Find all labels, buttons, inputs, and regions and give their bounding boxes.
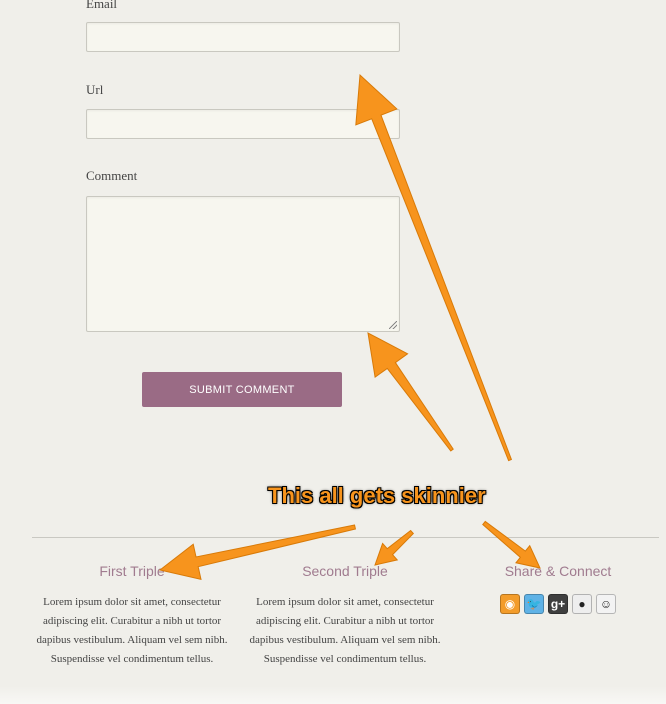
- social-icons: ◉ 🐦 g+ ● ☺: [500, 594, 616, 614]
- rss-icon[interactable]: ◉: [500, 594, 520, 614]
- annotation-arrow: [367, 332, 454, 452]
- comment-textarea[interactable]: [86, 196, 400, 332]
- reddit-icon[interactable]: ☺: [596, 594, 616, 614]
- annotation-arrow: [482, 520, 541, 569]
- comment-label: Comment: [86, 168, 138, 183]
- footer-divider: [32, 537, 659, 538]
- url-field[interactable]: [86, 109, 400, 139]
- github-icon[interactable]: ●: [572, 594, 592, 614]
- google-plus-icon[interactable]: g+: [548, 594, 568, 614]
- submit-comment-button[interactable]: SUBMIT COMMENT: [142, 372, 342, 407]
- email-label: Email: [86, 0, 118, 11]
- twitter-icon[interactable]: 🐦: [524, 594, 544, 614]
- page-fade: [0, 686, 666, 704]
- footer-column-title: Second Triple: [302, 563, 388, 579]
- footer-column-title: First Triple: [99, 563, 165, 579]
- annotation-callout: This all gets skinnier: [268, 483, 486, 508]
- resize-handle-icon[interactable]: [389, 321, 397, 329]
- email-field[interactable]: [86, 22, 400, 52]
- url-label: Url: [86, 82, 104, 97]
- footer-column-text: Lorem ipsum dolor sit amet, consectetur …: [36, 596, 228, 665]
- footer-column-title: Share & Connect: [504, 563, 612, 579]
- footer-column-text: Lorem ipsum dolor sit amet, consectetur …: [249, 596, 441, 665]
- annotation-arrow: [374, 529, 415, 566]
